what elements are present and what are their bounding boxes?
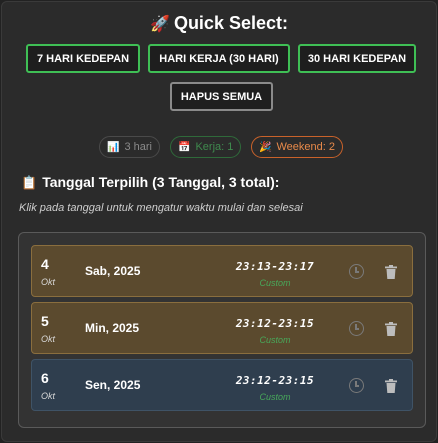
time-mode-tag: Custom [259,278,291,288]
next-7-days-button[interactable]: 7 HARI KEDEPAN [26,44,140,73]
date-day: 6 [41,370,49,386]
time-range[interactable]: 23:12-23:15 [235,317,315,330]
quick-select-title: 🚀 Quick Select: [2,13,436,34]
next-30-days-button[interactable]: 30 HARI KEDEPAN [298,44,416,73]
weekend-count-chip: 🎉 Weekend: 2 [251,136,343,158]
days-count-chip: 📊 3 hari [99,136,160,158]
workdays-count-label: Kerja: 1 [195,141,234,153]
party-icon: 🎉 [259,141,272,153]
selected-dates-title: 📋 Tanggal Terpilih (3 Tanggal, 3 total): [21,174,279,191]
clock-icon[interactable] [349,264,364,279]
clear-all-button[interactable]: HAPUS SEMUA [170,82,273,111]
selected-dates-list: 4 Okt Sab, 2025 23:13-23:17 Custom 5 Okt… [18,232,426,428]
time-range[interactable]: 23:13-23:17 [235,260,315,273]
chart-icon: 📊 [107,141,120,153]
clock-icon[interactable] [349,378,364,393]
date-month: Okt [41,277,56,287]
date-day: 5 [41,313,49,329]
workdays-30-button[interactable]: HARI KERJA (30 HARI) [148,44,290,73]
date-weekday-year: Sen, 2025 [85,378,141,392]
trash-icon[interactable] [385,322,397,336]
date-day: 4 [41,256,49,272]
date-row[interactable]: 4 Okt Sab, 2025 23:13-23:17 Custom [31,245,413,297]
quick-select-title-text: Quick Select: [173,13,288,33]
weekend-count-label: Weekend: 2 [276,141,335,153]
clipboard-icon: 📋 [21,175,38,190]
date-row[interactable]: 6 Okt Sen, 2025 23:12-23:15 Custom [31,359,413,411]
selected-dates-title-text: Tanggal Terpilih (3 Tanggal, 3 total): [42,174,280,190]
date-month: Okt [41,334,56,344]
clock-icon[interactable] [349,321,364,336]
date-weekday-year: Min, 2025 [85,321,140,335]
time-mode-tag: Custom [259,392,291,402]
time-range[interactable]: 23:12-23:15 [235,374,315,387]
date-row[interactable]: 5 Okt Min, 2025 23:12-23:15 Custom [31,302,413,354]
quick-select-panel: 🚀 Quick Select: 7 HARI KEDEPAN HARI KERJA… [1,1,437,442]
selected-dates-hint: Klik pada tanggal untuk mengatur waktu m… [19,202,303,214]
time-mode-tag: Custom [259,335,291,345]
trash-icon[interactable] [385,379,397,393]
calendar-icon: 📅 [178,141,191,153]
rocket-icon: 🚀 [150,16,170,33]
date-month: Okt [41,391,56,401]
date-weekday-year: Sab, 2025 [85,264,141,278]
days-count-label: 3 hari [124,141,152,153]
trash-icon[interactable] [385,265,397,279]
workdays-count-chip: 📅 Kerja: 1 [170,136,242,158]
